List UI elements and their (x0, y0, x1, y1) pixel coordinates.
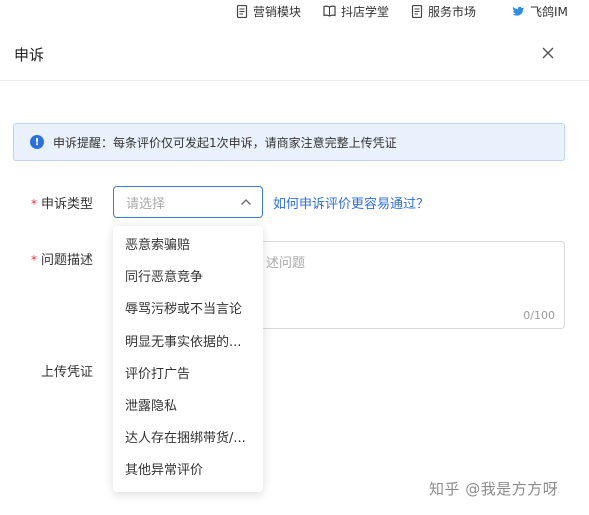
document-icon (236, 4, 248, 18)
watermark: 知乎 @我是方方呀 (429, 480, 559, 498)
close-icon[interactable] (540, 45, 556, 61)
appeal-type-label-text: 申诉类型 (41, 197, 94, 212)
dropdown-option[interactable]: 同行恶意竞争 (113, 262, 263, 294)
nav-item-service-market[interactable]: 服务市场 (411, 2, 476, 20)
dropdown-option[interactable]: 评价打广告 (113, 359, 263, 391)
upload-evidence-label: 上传凭证 (41, 365, 94, 380)
document-icon (411, 4, 423, 18)
nav-item-label: 服务市场 (428, 4, 477, 19)
select-placeholder: 请选择 (126, 196, 166, 212)
appeal-type-dropdown: 恶意索骗赔 同行恶意竞争 辱骂污秽或不当言论 明显无事实依据的... 评价打广告… (113, 226, 263, 492)
dropdown-option[interactable]: 明显无事实依据的... (113, 327, 263, 359)
alert-text: 申诉提醒：每条评价仅可发起1次申诉，请商家注意完整上传凭证 (53, 135, 397, 150)
nav-item-feige-im[interactable]: 飞鸽IM (512, 2, 568, 20)
header-divider (0, 80, 589, 81)
bird-icon (512, 6, 524, 16)
appeal-type-select[interactable]: 请选择 (113, 186, 263, 218)
dropdown-option[interactable]: 恶意索骗赔 (113, 230, 263, 262)
appeal-help-link[interactable]: 如何申诉评价更容易通过？ (273, 193, 429, 212)
chevron-up-icon (241, 199, 251, 205)
dropdown-option[interactable]: 其他异常评价 (113, 455, 263, 487)
appeal-type-label: * 申诉类型 (31, 193, 93, 212)
info-icon: ! (30, 135, 44, 149)
appeal-reminder-alert: ! 申诉提醒：每条评价仅可发起1次申诉，请商家注意完整上传凭证 (13, 123, 565, 161)
top-nav: 营销模块 抖店学堂 服务市场 飞鸽IM (0, 0, 589, 22)
dropdown-option[interactable]: 达人存在捆绑带货/... (113, 423, 263, 455)
nav-item-marketing[interactable]: 营销模块 (236, 2, 301, 20)
char-counter: 0/100 (523, 309, 555, 322)
modal-title: 申诉 (14, 46, 45, 64)
problem-description-label: * 问题描述 (31, 249, 93, 268)
dropdown-option[interactable]: 泄露隐私 (113, 391, 263, 423)
book-icon (323, 5, 336, 17)
dropdown-option[interactable]: 辱骂污秽或不当言论 (113, 294, 263, 326)
nav-item-label: 飞鸽IM (530, 4, 568, 19)
nav-item-label: 抖店学堂 (341, 4, 390, 19)
nav-item-academy[interactable]: 抖店学堂 (323, 2, 389, 20)
required-mark: * (31, 253, 37, 267)
nav-item-label: 营销模块 (253, 4, 302, 19)
problem-description-label-text: 问题描述 (41, 253, 94, 268)
required-mark: * (31, 197, 37, 211)
textarea-placeholder: 述问题 (266, 256, 306, 271)
